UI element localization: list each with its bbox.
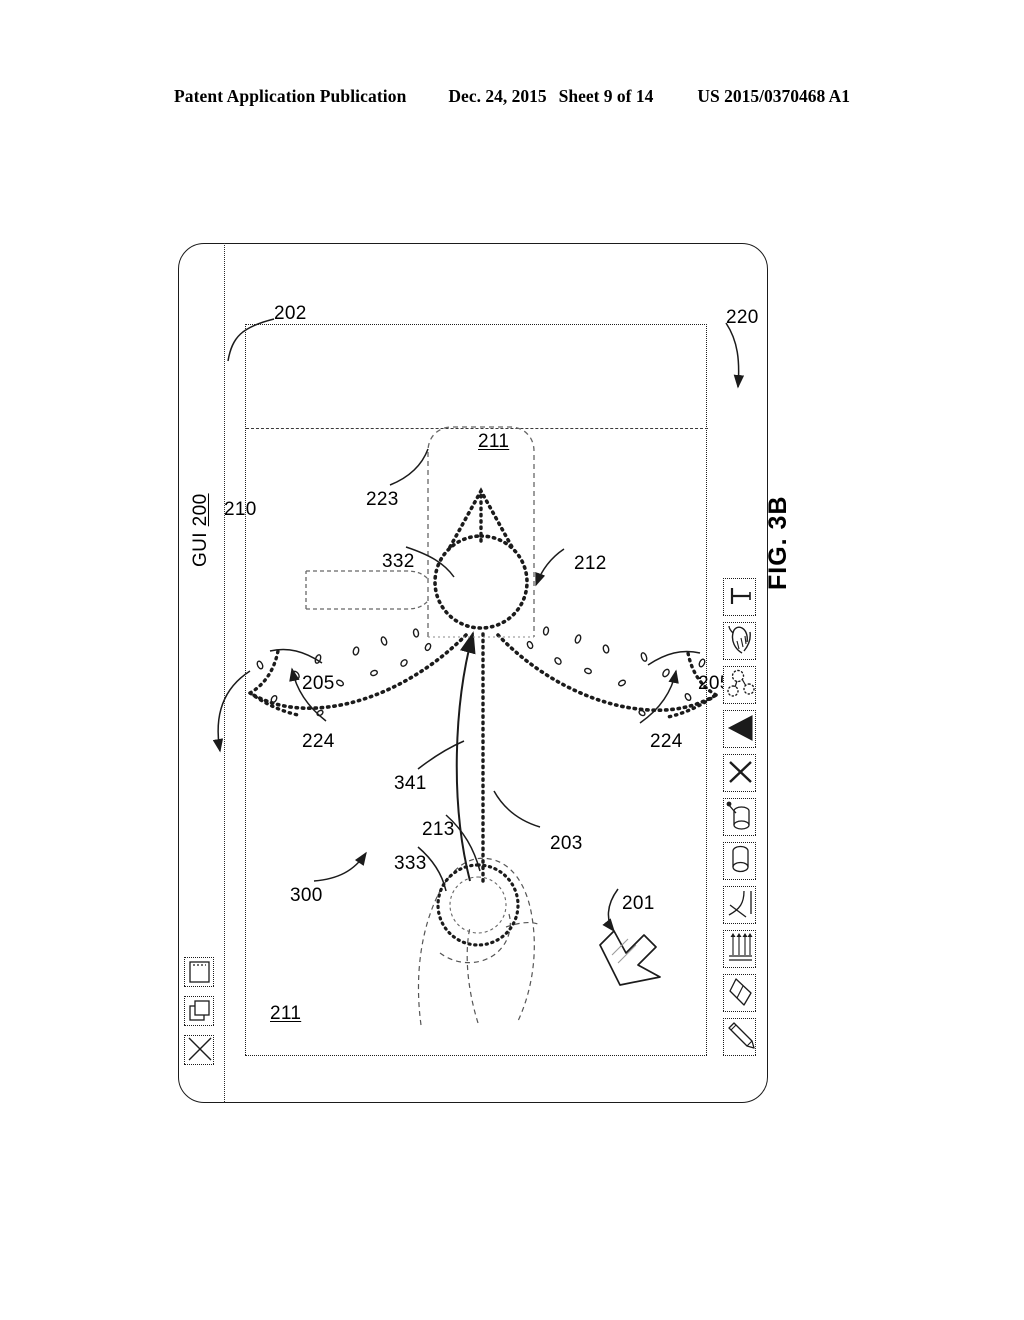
text-t-icon bbox=[730, 588, 751, 604]
page-header: Patent Application Publication Dec. 24, … bbox=[0, 86, 1024, 107]
cylinder-pour-icon bbox=[726, 801, 750, 830]
leader-lines bbox=[212, 318, 745, 933]
pencil-tool[interactable] bbox=[723, 1018, 756, 1056]
text-tool[interactable] bbox=[723, 578, 756, 616]
splash-droplets-upper bbox=[256, 628, 432, 717]
publication-date: Dec. 24, 2015 bbox=[448, 86, 547, 106]
ref-211-top: 211 bbox=[270, 1003, 302, 1024]
ref-203: 203 bbox=[550, 833, 583, 854]
hand-outline bbox=[417, 857, 539, 1026]
ref-201: 201 bbox=[622, 893, 655, 914]
ref-211-bottom: 211 bbox=[478, 431, 510, 452]
ref-333: 333 bbox=[394, 853, 427, 874]
ref-205-upper: 205 bbox=[302, 673, 335, 694]
hand-tool[interactable] bbox=[723, 622, 756, 660]
gui-figure: GUI 200 210 202 211 300 224 205 333 213 … bbox=[178, 243, 768, 1103]
molecule-tool[interactable] bbox=[723, 666, 756, 704]
eraser-icon bbox=[729, 978, 752, 1006]
object-332 bbox=[433, 487, 529, 630]
ref-202: 202 bbox=[274, 303, 307, 324]
cylinder-tool[interactable] bbox=[723, 842, 756, 880]
sheet-number: Sheet 9 of 14 bbox=[558, 86, 654, 106]
ref-220: 220 bbox=[726, 307, 759, 328]
figure-caption: FIG. 3B bbox=[764, 495, 792, 590]
cursor-201 bbox=[599, 930, 661, 986]
hand-icon bbox=[728, 625, 751, 654]
eraser-tool[interactable] bbox=[723, 974, 756, 1012]
cylinder-pour-tool[interactable] bbox=[723, 798, 756, 836]
ref-300: 300 bbox=[290, 885, 323, 906]
ref-210: 210 bbox=[224, 499, 257, 520]
patent-number: US 2015/0370468 A1 bbox=[697, 86, 851, 106]
curve-icon bbox=[728, 890, 752, 918]
molecule-icon bbox=[727, 669, 755, 697]
x-cross-icon bbox=[729, 761, 752, 783]
delete-tool[interactable] bbox=[723, 754, 756, 792]
ref-213: 213 bbox=[422, 819, 455, 840]
ref-332: 332 bbox=[382, 551, 415, 572]
vessel-neck bbox=[305, 570, 429, 610]
figure-artwork bbox=[212, 318, 745, 1026]
cylinder-icon bbox=[732, 845, 749, 873]
trajectory-341 bbox=[455, 631, 476, 882]
tool-palette bbox=[723, 578, 756, 1056]
filled-triangle-icon bbox=[727, 715, 753, 741]
flow-lines-icon bbox=[729, 933, 753, 961]
ref-223: 223 bbox=[366, 489, 399, 510]
pencil-icon bbox=[728, 1022, 755, 1049]
curve-tool[interactable] bbox=[723, 886, 756, 924]
cone-tool[interactable] bbox=[723, 710, 756, 748]
ref-224-upper: 224 bbox=[302, 731, 335, 752]
object-333 bbox=[436, 863, 520, 947]
ref-224-lower: 224 bbox=[650, 731, 683, 752]
ref-341: 341 bbox=[394, 773, 427, 794]
flow-lines-tool[interactable] bbox=[723, 930, 756, 968]
splash-arc-lower bbox=[496, 633, 718, 719]
publication-label: Patent Application Publication bbox=[173, 86, 407, 106]
ref-212: 212 bbox=[574, 553, 607, 574]
splash-droplets-lower bbox=[526, 626, 706, 717]
